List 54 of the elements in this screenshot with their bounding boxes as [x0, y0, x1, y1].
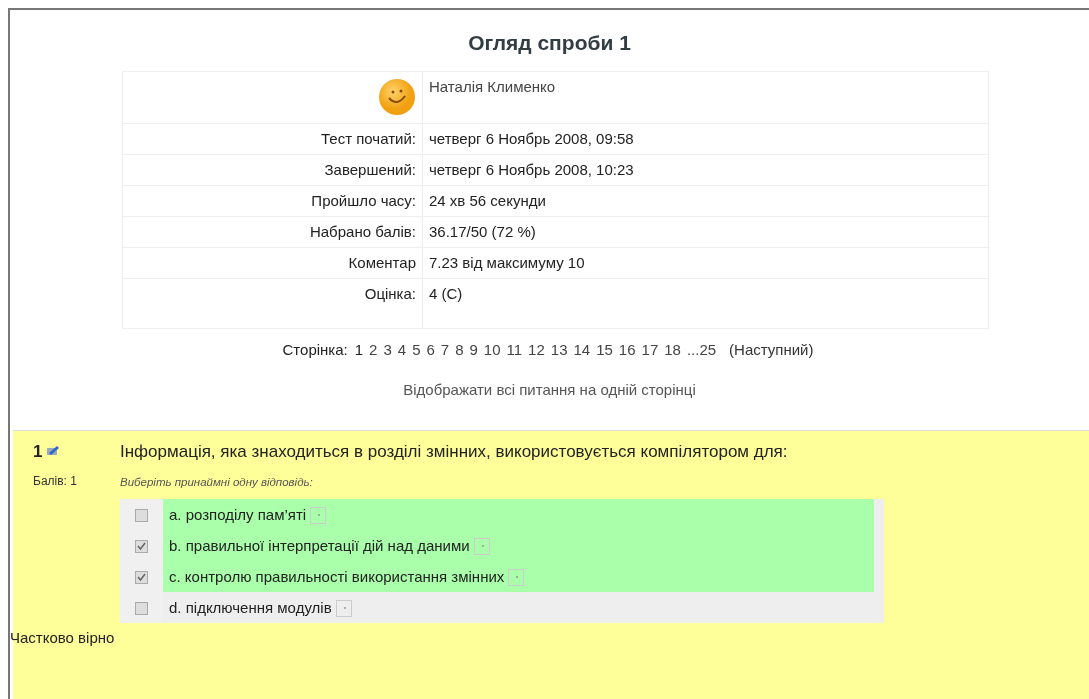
pagination-label: Сторінка: — [282, 340, 348, 358]
page-link[interactable]: 4 — [397, 340, 407, 358]
summary-label: Пройшло часу: — [311, 191, 416, 209]
summary-value: 7.23 від максимуму 10 — [429, 253, 585, 271]
summary-value: четверг 6 Ноябрь 2008, 09:58 — [429, 129, 634, 147]
feedback-icon[interactable] — [473, 538, 490, 556]
user-name: Наталія Клименко — [429, 77, 556, 95]
page-title: Огляд спроби 1 — [467, 30, 632, 56]
summary-label: Оцінка: — [364, 284, 416, 302]
summary-value: четверг 6 Ноябрь 2008, 10:23 — [429, 160, 634, 178]
page-link[interactable]: 10 — [483, 340, 501, 358]
summary-value: 24 хв 56 секунди — [429, 191, 546, 209]
answer-option: b. правильної інтерпретації дій над даними — [163, 530, 874, 562]
summary-label: Завершений: — [324, 160, 416, 178]
avatar-icon — [378, 77, 416, 116]
page-link[interactable]: 5 — [412, 340, 421, 358]
page-link[interactable]: ...25 — [686, 340, 717, 358]
answer-checkbox[interactable] — [135, 602, 148, 616]
answer-option: a. розподілу пам’яті — [163, 499, 874, 531]
show-all-link[interactable]: Відображати всі питання на одній сторінці — [403, 381, 696, 398]
page-link[interactable]: 9 — [469, 340, 478, 358]
page-link[interactable]: 3 — [383, 340, 392, 358]
page-link[interactable]: 14 — [573, 340, 591, 358]
page-link[interactable]: 16 — [618, 340, 636, 358]
summary-value: 36.17/50 (72 %) — [429, 222, 536, 240]
answer-checkbox[interactable] — [135, 540, 148, 554]
edit-icon[interactable] — [46, 445, 61, 458]
feedback-icon[interactable] — [310, 507, 327, 525]
next-page-link[interactable]: (Наступний) — [729, 340, 814, 358]
summary-label: Коментар — [348, 253, 416, 271]
page-link[interactable]: 17 — [641, 340, 659, 358]
answer-option: c. контролю правильності використання змінних — [163, 561, 874, 593]
answer-checkbox[interactable] — [135, 571, 148, 585]
page-link[interactable]: 7 — [440, 340, 450, 358]
summary-label: Тест початий: — [321, 129, 416, 147]
page-link[interactable]: 11 — [506, 340, 523, 358]
page-link[interactable]: 13 — [550, 340, 568, 358]
question-number: 1 — [33, 440, 43, 463]
page-link[interactable]: 6 — [426, 340, 435, 358]
page-link[interactable]: 15 — [596, 340, 613, 358]
page-link[interactable]: 18 — [664, 340, 681, 358]
page-link[interactable]: 2 — [369, 340, 378, 358]
page-link[interactable]: 8 — [455, 340, 464, 358]
answer-checkbox[interactable] — [135, 509, 148, 523]
feedback-icon[interactable] — [335, 600, 352, 618]
feedback-icon[interactable] — [508, 569, 525, 587]
summary-value: 4 (C) — [429, 284, 463, 302]
result-text: Частково вірно — [10, 629, 116, 648]
answer-option: d. підключення модулів — [163, 592, 874, 624]
answer-hint: Виберіть принаймні одну відповідь: — [120, 475, 314, 490]
question-points: Балів: 1 — [33, 473, 78, 490]
question-text: Інформація, яка знаходиться в розділі змінних, використовується компілятором для: — [120, 440, 788, 463]
page-link[interactable]: 12 — [528, 340, 545, 358]
summary-label: Набрано балів: — [309, 222, 416, 240]
